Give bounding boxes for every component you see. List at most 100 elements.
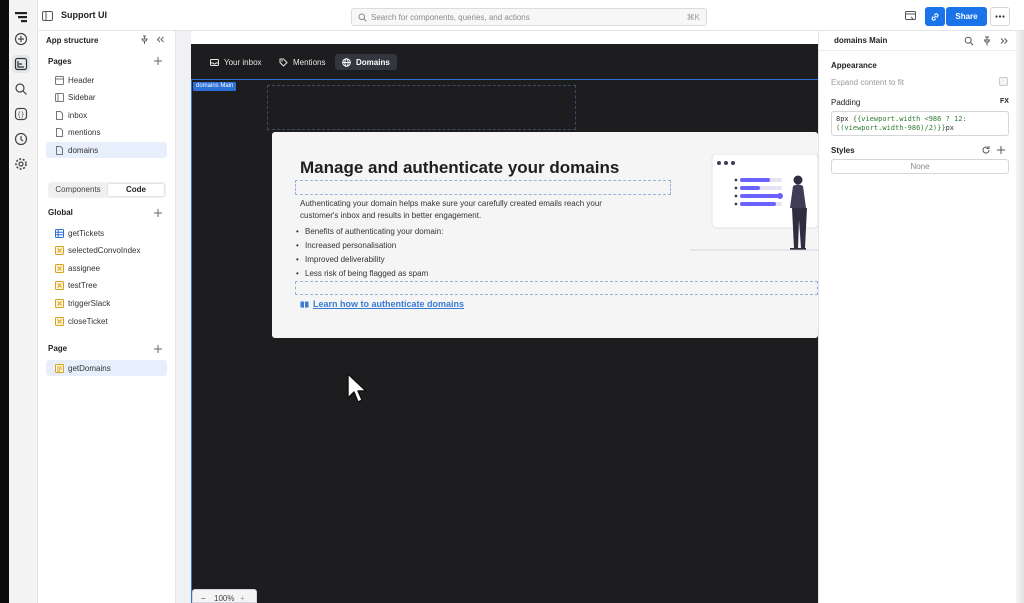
zoom-out-button[interactable]: − — [201, 594, 206, 603]
variable-item-testtree[interactable]: testTree — [46, 277, 167, 293]
share-button[interactable]: Share — [946, 7, 987, 26]
variable-item-label: triggerSlack — [68, 298, 111, 308]
more-menu-button[interactable] — [990, 7, 1010, 26]
fx-toggle[interactable]: FX — [1000, 98, 1009, 105]
learn-more-link[interactable]: Learn how to authenticate domains — [300, 299, 464, 309]
email-illustration — [690, 154, 818, 251]
add-page-icon[interactable] — [153, 56, 163, 66]
canvas-gutter — [176, 31, 191, 603]
tab-label: Mentions — [293, 57, 326, 67]
tab-label: Domains — [356, 57, 390, 67]
variable-item-triggerslack[interactable]: triggerSlack — [46, 295, 167, 311]
variable-icon — [55, 245, 64, 255]
globe-icon — [342, 57, 351, 67]
expand-content-checkbox[interactable] — [999, 77, 1008, 86]
page-item-inbox[interactable]: inbox — [46, 107, 167, 123]
tab-label: Your inbox — [224, 57, 262, 67]
svg-text:{}: {} — [17, 112, 24, 119]
inbox-icon — [210, 58, 219, 66]
collapse-right-icon[interactable] — [999, 36, 1009, 46]
page-icon — [56, 110, 63, 120]
page-item-mentions[interactable]: mentions — [46, 124, 167, 140]
query-item-getdomains[interactable]: getDomains — [46, 360, 167, 376]
icon-rail: {} — [0, 0, 38, 603]
page-item-header[interactable]: Header — [46, 72, 167, 88]
pin-icon[interactable] — [140, 35, 149, 44]
tab-mentions[interactable]: Mentions — [272, 54, 332, 70]
padding-code-template: {{viewport.width <986 ? 12: — [852, 115, 967, 123]
page-item-sidebar[interactable]: Sidebar — [46, 89, 167, 105]
more-dots-icon — [995, 15, 1005, 18]
variable-icon — [55, 280, 64, 290]
frame-icon — [55, 75, 64, 85]
add-icon[interactable] — [12, 30, 30, 48]
page-item-label: mentions — [68, 127, 101, 137]
search-input[interactable]: Search for components, queries, and acti… — [351, 8, 707, 26]
top-bar: Support UI Search for components, querie… — [38, 0, 1024, 31]
variable-icon — [55, 263, 64, 273]
zoom-in-button[interactable]: + — [240, 594, 245, 603]
settings-gear-icon[interactable] — [12, 155, 30, 173]
styles-section-title: Styles — [831, 146, 855, 155]
appearance-section-title: Appearance — [831, 61, 877, 70]
collapse-panel-icon[interactable] — [156, 35, 165, 44]
styles-select[interactable]: None — [831, 159, 1009, 174]
padding-code-field[interactable]: 8px {{viewport.width <986 ? 12: ((viewpo… — [831, 111, 1009, 136]
inspector-header: domains Main — [819, 31, 1024, 51]
frame-tag[interactable]: domains Main — [193, 82, 237, 91]
book-icon — [300, 301, 309, 308]
search-placeholder: Search for components, queries, and acti… — [371, 13, 530, 22]
search-icon[interactable] — [964, 36, 974, 46]
query-item-gettickets[interactable]: getTickets — [46, 225, 167, 241]
tab-domains[interactable]: Domains — [335, 54, 397, 70]
pages-section-title: Pages — [48, 57, 72, 66]
canvas-tab-bar: Your inbox Mentions Domains — [191, 44, 818, 79]
variable-item-label: assignee — [68, 263, 101, 273]
frame-icon — [55, 92, 64, 102]
add-style-icon[interactable] — [996, 145, 1006, 155]
card-heading: Manage and authenticate your domains — [300, 158, 620, 177]
bullet-item: Benefits of authenticating your domain: — [296, 227, 443, 236]
sidebar-toggle-icon[interactable] — [42, 11, 53, 21]
variable-item-assignee[interactable]: assignee — [46, 260, 167, 276]
padding-code-template: ((viewport.width-986)/2)}} — [836, 124, 946, 132]
variable-item-selectedconvoindex[interactable]: selectedConvoIndex — [46, 242, 167, 258]
add-global-icon[interactable] — [153, 208, 163, 218]
search-icon — [358, 13, 367, 22]
preview-icon[interactable] — [905, 11, 916, 21]
app-structure-icon[interactable] — [12, 55, 30, 73]
tab-code[interactable]: Code — [108, 184, 164, 196]
app-canvas: Your inbox Mentions Domains domains Main… — [191, 44, 818, 603]
variable-item-label: testTree — [68, 280, 98, 290]
variable-icon — [55, 316, 64, 326]
page-item-domains[interactable]: domains — [46, 142, 167, 158]
bullet-item: Increased personalisation — [296, 241, 396, 250]
variable-icon — [55, 298, 64, 308]
variable-item-label: closeTicket — [68, 316, 108, 326]
app-logo-icon[interactable] — [12, 8, 30, 26]
empty-row-placeholder[interactable] — [295, 180, 671, 195]
search-icon[interactable] — [12, 80, 30, 98]
tab-components[interactable]: Components — [50, 184, 106, 196]
learn-more-text: Learn how to authenticate domains — [313, 299, 465, 309]
reset-styles-icon[interactable] — [981, 145, 991, 155]
empty-row-placeholder[interactable] — [295, 281, 818, 295]
search-shortcut: ⌘K — [686, 13, 700, 22]
empty-container-placeholder[interactable] — [267, 85, 576, 130]
pin-icon[interactable] — [982, 36, 992, 46]
frame-selection-border — [191, 79, 818, 80]
code-icon[interactable]: {} — [12, 105, 30, 123]
query-icon — [55, 363, 64, 373]
query-item-label: getTickets — [68, 228, 105, 238]
history-icon[interactable] — [12, 130, 30, 148]
domains-card: Manage and authenticate your domains Aut… — [272, 132, 818, 338]
variable-item-closeticket[interactable]: closeTicket — [46, 313, 167, 329]
add-page-query-icon[interactable] — [153, 344, 163, 354]
frame-selection-border-left — [191, 79, 192, 603]
app-structure-panel: App structure Pages Header Sidebar inbox… — [38, 31, 176, 603]
expand-content-label: Expand content to fit — [831, 78, 904, 87]
inspector-panel: domains Main Appearance Expand content t… — [818, 31, 1024, 603]
tab-your-inbox[interactable]: Your inbox — [203, 54, 269, 70]
bullet-item: Improved deliverability — [296, 255, 385, 264]
copy-link-button[interactable] — [925, 7, 945, 26]
